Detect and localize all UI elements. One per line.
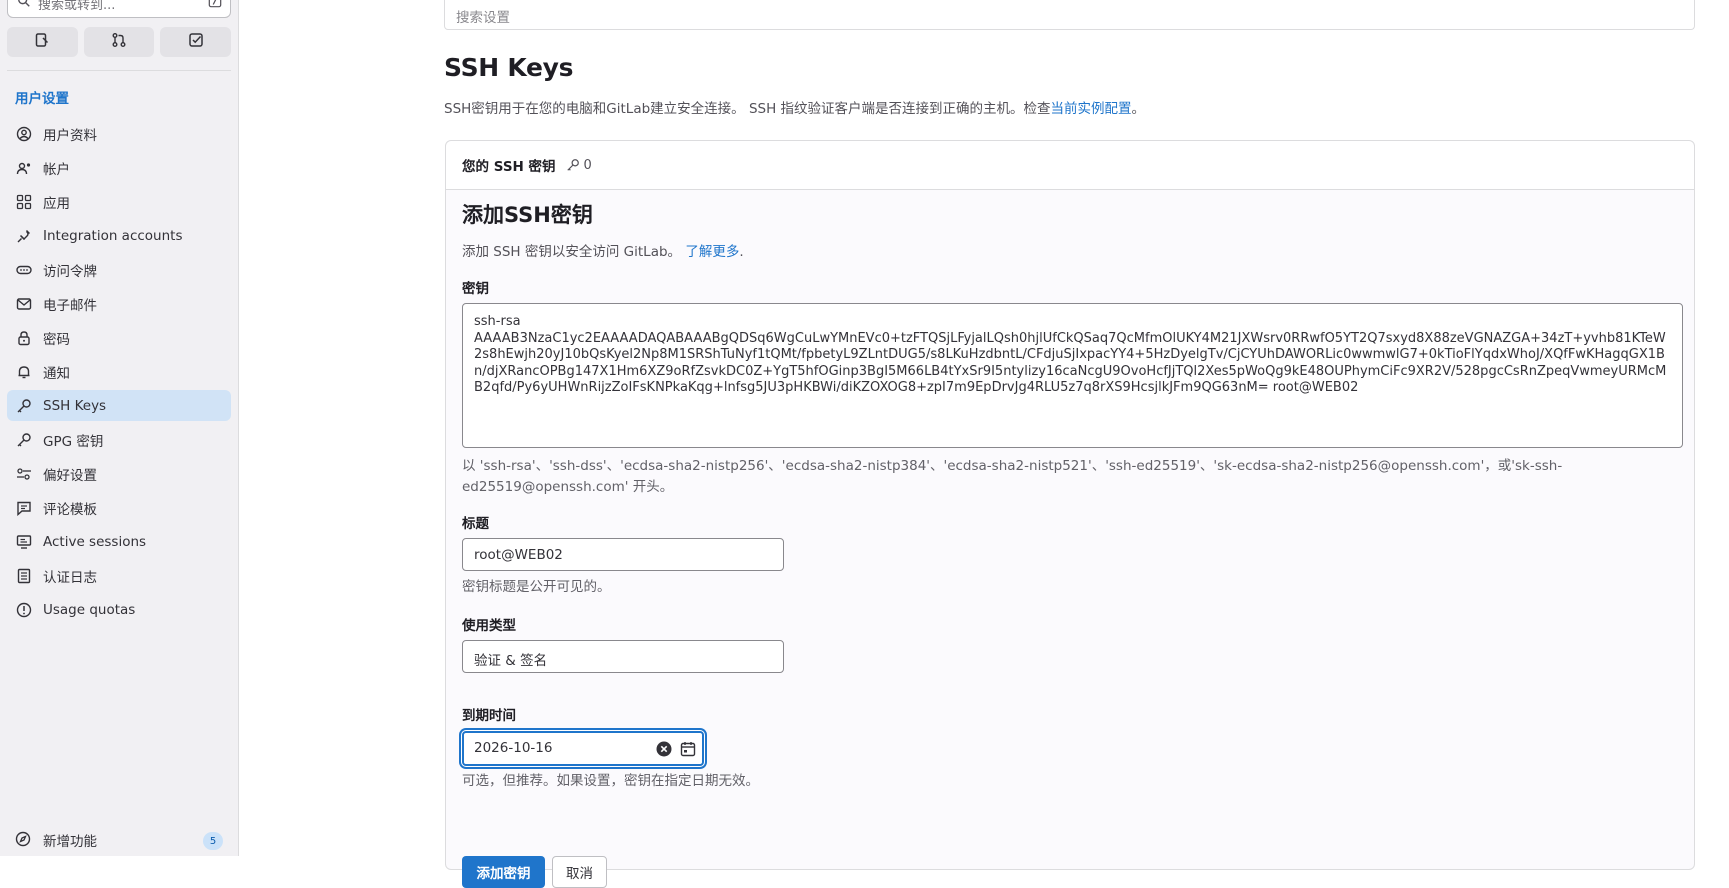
plug-icon xyxy=(15,227,33,245)
account-icon xyxy=(15,159,33,177)
sidebar-item-applications[interactable]: 应用 xyxy=(7,186,231,217)
cancel-button[interactable]: 取消 xyxy=(552,856,607,888)
todos-button[interactable] xyxy=(160,27,232,57)
applications-icon xyxy=(15,193,33,211)
calendar-icon[interactable] xyxy=(680,741,696,761)
sidebar-item-authentication-log[interactable]: 认证日志 xyxy=(7,560,231,591)
card-header-title: 您的 SSH 密钥 xyxy=(462,159,556,175)
sidebar-item-integration-accounts[interactable]: Integration accounts xyxy=(7,220,231,251)
sidebar-item-label: 用户资料 xyxy=(43,127,97,144)
sidebar-item-profile[interactable]: 用户资料 xyxy=(7,118,231,149)
log-icon xyxy=(15,567,33,585)
merge-request-icon xyxy=(111,32,127,52)
settings-search-input[interactable]: 搜索设置 xyxy=(444,0,1695,30)
sidebar-item-label: 密码 xyxy=(43,331,70,348)
expiry-date-input[interactable]: 2026-10-16 xyxy=(462,731,704,766)
learn-more-link[interactable]: 了解更多 xyxy=(685,244,739,260)
key-textarea[interactable]: ssh-rsa AAAAB3NzaC1yc2EAAAADAQABAAABgQDS… xyxy=(462,303,1683,448)
sidebar-item-label: Active sessions xyxy=(43,533,147,550)
sidebar-item-comment-templates[interactable]: 评论模板 xyxy=(7,492,231,523)
key-help-text: 以 'ssh-rsa'、'ssh-dss'、'ecdsa-sha2-nistp2… xyxy=(462,458,1563,495)
usage-type-select[interactable]: 验证 & 签名 xyxy=(462,640,784,673)
key-icon xyxy=(15,431,33,449)
sidebar-item-label: 偏好设置 xyxy=(43,467,97,484)
sidebar-item-account[interactable]: 帐户 xyxy=(7,152,231,183)
sidebar-item-ssh-keys[interactable]: SSH Keys xyxy=(7,390,231,421)
sidebar-divider xyxy=(7,70,231,71)
sidebar-item-label: 认证日志 xyxy=(43,569,97,586)
global-search-placeholder: 搜索或转到... xyxy=(38,0,116,13)
form-description-text: 添加 SSH 密钥以安全访问 GitLab。 xyxy=(462,244,682,260)
user-circle-icon xyxy=(15,125,33,143)
sidebar-item-gpg-keys[interactable]: GPG 密钥 xyxy=(7,424,231,455)
ssh-keys-card: 您的 SSH 密钥 0 添加SSH密钥 添加 SSH 密钥以安全访问 GitLa… xyxy=(445,140,1695,888)
sidebar-item-label: 评论模板 xyxy=(43,501,97,518)
settings-search-placeholder: 搜索设置 xyxy=(456,10,510,26)
whats-new-count-badge: 5 xyxy=(203,832,223,850)
page-title: SSH Keys xyxy=(444,53,574,82)
comment-icon xyxy=(15,499,33,517)
sidebar-item-label: SSH Keys xyxy=(43,397,107,414)
quota-icon xyxy=(15,601,33,619)
merge-requests-button[interactable] xyxy=(83,27,155,57)
key-label: 密钥 xyxy=(462,281,489,297)
title-label: 标题 xyxy=(462,516,489,532)
expiry-date-value: 2026-10-16 xyxy=(474,740,553,756)
sidebar-section-title: 用户设置 xyxy=(15,91,69,107)
sidebar-item-password[interactable]: 密码 xyxy=(7,322,231,353)
sidebar-item-label: Usage quotas xyxy=(43,601,136,618)
issues-icon xyxy=(34,32,50,52)
whats-new-label: 新增功能 xyxy=(43,834,97,850)
sidebar-item-active-sessions[interactable]: Active sessions xyxy=(7,526,231,557)
token-icon xyxy=(15,261,33,279)
sidebar-item-access-tokens[interactable]: 访问令牌 xyxy=(7,254,231,285)
key-icon xyxy=(566,158,580,172)
form-description: 添加 SSH 密钥以安全访问 GitLab。 了解更多. xyxy=(462,240,744,260)
preferences-icon xyxy=(15,465,33,483)
todo-icon xyxy=(188,32,204,52)
lock-icon xyxy=(15,329,33,347)
instance-configuration-link[interactable]: 当前实例配置 xyxy=(1051,101,1132,117)
key-icon xyxy=(15,397,33,415)
whats-new-button[interactable]: 新增功能 5 xyxy=(7,826,231,854)
sidebar-item-preferences[interactable]: 偏好设置 xyxy=(7,458,231,489)
issues-button[interactable] xyxy=(7,27,78,57)
global-search-input[interactable]: 搜索或转到... xyxy=(7,0,231,18)
clear-icon[interactable] xyxy=(656,741,672,761)
form-title: 添加SSH密钥 xyxy=(462,203,593,227)
sidebar: 搜索或转到... 用户设置 用户资料 帐户 应用 Integration acc… xyxy=(0,0,239,856)
page-description-suffix: 。 xyxy=(1131,101,1146,117)
expiry-help-text: 可选，但推荐。如果设置，密钥在指定日期无效。 xyxy=(462,773,759,789)
sidebar-item-label: Integration accounts xyxy=(43,227,183,244)
title-help-text: 密钥标题是公开可见的。 xyxy=(462,579,611,595)
usage-type-label: 使用类型 xyxy=(462,618,516,634)
page-description: SSH密钥用于在您的电脑和GitLab建立安全连接。 SSH 指纹验证客户端是否… xyxy=(444,97,1145,117)
sidebar-item-label: GPG 密钥 xyxy=(43,433,104,450)
sidebar-item-label: 应用 xyxy=(43,195,70,212)
sidebar-item-emails[interactable]: 电子邮件 xyxy=(7,288,231,319)
bell-icon xyxy=(15,363,33,381)
mail-icon xyxy=(15,295,33,313)
card-header: 您的 SSH 密钥 0 xyxy=(446,141,1694,190)
sidebar-item-label: 访问令牌 xyxy=(43,263,97,280)
settings-nav: 用户资料 帐户 应用 Integration accounts 访问令牌 电子邮… xyxy=(7,118,231,628)
search-icon xyxy=(17,0,31,12)
compass-icon xyxy=(15,831,33,849)
page-description-text: SSH密钥用于在您的电脑和GitLab建立安全连接。 SSH 指纹验证客户端是否… xyxy=(444,101,1051,117)
expiry-label: 到期时间 xyxy=(462,708,516,724)
sidebar-item-label: 通知 xyxy=(43,365,70,382)
sidebar-item-label: 电子邮件 xyxy=(43,297,97,314)
title-input[interactable]: root@WEB02 xyxy=(462,538,784,571)
form-description-suffix: . xyxy=(739,244,744,260)
quick-actions xyxy=(7,27,232,57)
key-count: 0 xyxy=(583,157,592,173)
sidebar-item-usage-quotas[interactable]: Usage quotas xyxy=(7,594,231,625)
monitor-icon xyxy=(15,533,33,551)
keyboard-shortcut-icon xyxy=(208,0,222,12)
sidebar-item-label: 帐户 xyxy=(43,161,70,178)
sidebar-item-notifications[interactable]: 通知 xyxy=(7,356,231,387)
add-key-button[interactable]: 添加密钥 xyxy=(462,856,545,888)
